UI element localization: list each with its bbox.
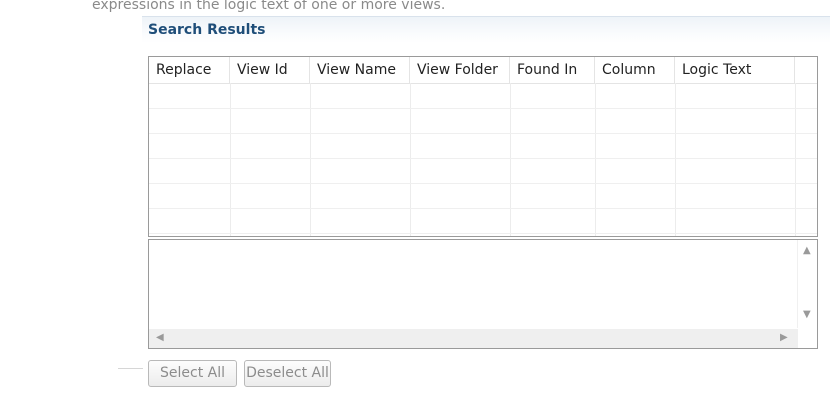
table-row[interactable] — [149, 83, 817, 109]
description-text: expressions in the logic text of one or … — [92, 0, 446, 13]
select-all-button[interactable]: Select All — [148, 360, 237, 387]
column-header-column[interactable]: Column — [595, 57, 675, 83]
section-title: Search Results — [148, 22, 266, 38]
search-results-table[interactable]: Replace View Id View Name View Folder Fo… — [148, 56, 818, 237]
scroll-down-icon[interactable]: ▼ — [803, 310, 811, 320]
search-results-section-header: Search Results — [142, 16, 830, 43]
column-header-replace[interactable]: Replace — [149, 57, 230, 83]
table-row[interactable] — [149, 108, 817, 134]
vertical-scrollbar[interactable]: ▲ ▼ — [797, 240, 817, 328]
column-header-logic-text[interactable]: Logic Text — [675, 57, 795, 83]
table-row[interactable] — [149, 158, 817, 184]
table-header: Replace View Id View Name View Folder Fo… — [149, 57, 817, 84]
table-row[interactable] — [149, 183, 817, 209]
deselect-all-button[interactable]: Deselect All — [244, 360, 331, 387]
logic-text-detail-area[interactable]: ▲ ▼ ◀ ▶ — [148, 239, 818, 349]
scroll-left-icon[interactable]: ◀ — [156, 333, 164, 343]
column-header-view-id[interactable]: View Id — [230, 57, 310, 83]
column-header-found-in[interactable]: Found In — [510, 57, 595, 83]
divider-line — [118, 368, 143, 369]
table-row[interactable] — [149, 208, 817, 234]
scroll-right-icon[interactable]: ▶ — [780, 333, 788, 343]
scroll-up-icon[interactable]: ▲ — [803, 246, 811, 256]
table-row[interactable] — [149, 133, 817, 159]
column-header-view-name[interactable]: View Name — [310, 57, 410, 83]
column-header-view-folder[interactable]: View Folder — [410, 57, 510, 83]
horizontal-scrollbar[interactable]: ◀ ▶ — [149, 329, 798, 348]
